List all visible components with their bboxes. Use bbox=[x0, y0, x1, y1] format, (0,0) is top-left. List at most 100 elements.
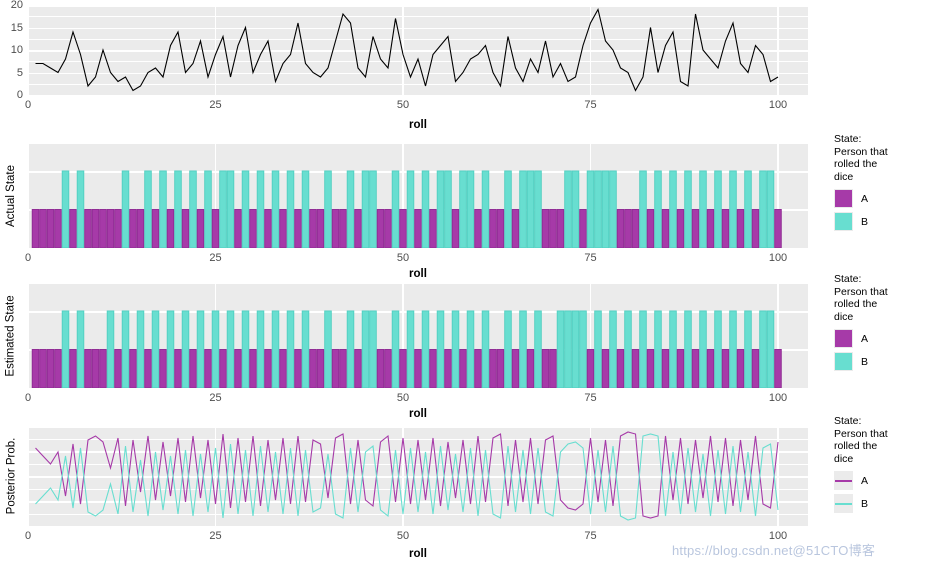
panel-posterior-prob: Posterior Prob. 0 25 50 75 100 roll State: P… bbox=[0, 415, 926, 564]
bar-state-b bbox=[197, 311, 204, 388]
bar-state-b bbox=[325, 171, 332, 248]
panel4-x-axis-title: roll bbox=[409, 548, 427, 560]
legend-swatch bbox=[834, 352, 853, 372]
bar-state-b bbox=[505, 171, 512, 248]
bar-state-b bbox=[520, 171, 527, 248]
x-tick-label: 50 bbox=[396, 99, 410, 111]
legend-item[interactable]: A bbox=[834, 470, 926, 491]
bar-state-a bbox=[137, 209, 144, 248]
bar-state-a bbox=[677, 209, 684, 248]
legend-estimated-state: State: Person that rolled the dice AB bbox=[834, 273, 926, 374]
bar-state-a bbox=[40, 209, 47, 248]
panel3-y-axis-title-text: Estimated State bbox=[5, 295, 17, 377]
bar-state-a bbox=[355, 209, 362, 248]
bar-state-a bbox=[430, 349, 437, 388]
bar-state-a bbox=[662, 209, 669, 248]
bar-state-b bbox=[670, 311, 677, 388]
bar-state-b bbox=[760, 311, 767, 388]
bar-state-b bbox=[520, 311, 527, 388]
bar-state-a bbox=[377, 349, 384, 388]
bar-state-a bbox=[647, 209, 654, 248]
bar-state-b bbox=[572, 171, 579, 248]
bar-state-b bbox=[362, 311, 369, 388]
panel3-x-axis-title: roll bbox=[409, 408, 427, 420]
bar-state-b bbox=[242, 311, 249, 388]
y-tick-label: 10 bbox=[10, 44, 23, 56]
legend-swatch bbox=[834, 212, 853, 232]
bar-state-a bbox=[580, 209, 587, 248]
legend-line-swatch-icon bbox=[835, 479, 852, 482]
bar-state-b bbox=[565, 311, 572, 388]
x-tick-label: 0 bbox=[24, 530, 32, 542]
bar-state-a bbox=[415, 349, 422, 388]
bar-state-b bbox=[272, 311, 279, 388]
legend-item[interactable]: B bbox=[834, 493, 926, 514]
bar-state-a bbox=[542, 349, 549, 388]
bar-state-b bbox=[302, 311, 309, 388]
line-series-dice-total bbox=[36, 10, 779, 91]
bar-state-a bbox=[722, 209, 729, 248]
bar-state-a bbox=[107, 209, 114, 248]
bar-state-a bbox=[475, 209, 482, 248]
panel4-series-layer bbox=[28, 426, 808, 526]
x-tick-label: 25 bbox=[209, 530, 222, 542]
bar-state-a bbox=[265, 349, 272, 388]
x-tick-label: 75 bbox=[584, 392, 597, 404]
bar-state-a bbox=[85, 349, 92, 388]
legend-title: State: Person that rolled the dice bbox=[834, 415, 888, 465]
legend-item[interactable]: A bbox=[834, 188, 926, 209]
bar-state-a bbox=[707, 209, 714, 248]
bar-state-b bbox=[182, 311, 189, 388]
panel1-x-tick-labels: 0 25 50 75 100 bbox=[25, 99, 808, 115]
bar-state-b bbox=[527, 171, 534, 248]
legend-actual-state: State: Person that rolled the dice AB bbox=[834, 133, 926, 234]
bar-state-a bbox=[167, 209, 174, 248]
bar-state-b bbox=[407, 171, 414, 248]
legend-item[interactable]: B bbox=[834, 211, 926, 232]
x-tick-label: 25 bbox=[209, 252, 222, 264]
legend-swatch bbox=[834, 494, 853, 514]
bar-state-a bbox=[265, 209, 272, 248]
bar-state-b bbox=[370, 311, 377, 388]
legend-item-label: B bbox=[861, 355, 869, 368]
panel1-plot-area bbox=[28, 5, 808, 95]
y-tick-label: 0 bbox=[16, 89, 23, 101]
panel2-bars-layer bbox=[28, 144, 808, 248]
panel3-y-axis-title: Estimated State bbox=[2, 284, 20, 388]
bar-state-a bbox=[130, 209, 137, 248]
bar-state-b bbox=[347, 171, 354, 248]
legend-item[interactable]: B bbox=[834, 351, 926, 372]
bar-state-b bbox=[700, 171, 707, 248]
bar-state-b bbox=[565, 171, 572, 248]
bar-state-b bbox=[77, 311, 84, 388]
bar-state-b bbox=[392, 171, 399, 248]
bar-state-a bbox=[377, 209, 384, 248]
bar-state-b bbox=[700, 311, 707, 388]
bar-state-b bbox=[572, 311, 579, 388]
x-tick-label: 25 bbox=[209, 99, 222, 111]
bar-state-a bbox=[557, 209, 564, 248]
legend-items: AB bbox=[834, 188, 926, 232]
bar-state-a bbox=[100, 349, 107, 388]
bar-state-a bbox=[497, 349, 504, 388]
panel2-plot-area bbox=[28, 144, 808, 248]
bar-state-a bbox=[92, 349, 99, 388]
panel3-x-tick-labels: 0 25 50 75 100 bbox=[25, 392, 808, 408]
bar-state-b bbox=[535, 311, 542, 388]
bar-state-a bbox=[115, 349, 122, 388]
bar-state-b bbox=[767, 311, 774, 388]
panel2-y-axis-title-text: Actual State bbox=[5, 164, 18, 228]
bar-state-b bbox=[145, 171, 152, 248]
bar-state-a bbox=[100, 209, 107, 248]
bar-state-b bbox=[587, 171, 594, 248]
bar-state-b bbox=[640, 171, 647, 248]
bar-state-a bbox=[47, 209, 54, 248]
bar-state-a bbox=[632, 209, 639, 248]
panel-estimated-state: Estimated State 0 25 50 75 100 roll State: P… bbox=[0, 273, 926, 420]
bar-state-a bbox=[332, 349, 339, 388]
bar-state-a bbox=[92, 209, 99, 248]
bar-state-b bbox=[137, 311, 144, 388]
legend-item[interactable]: A bbox=[834, 328, 926, 349]
panel4-plot-area bbox=[28, 426, 808, 526]
bar-state-b bbox=[407, 311, 414, 388]
